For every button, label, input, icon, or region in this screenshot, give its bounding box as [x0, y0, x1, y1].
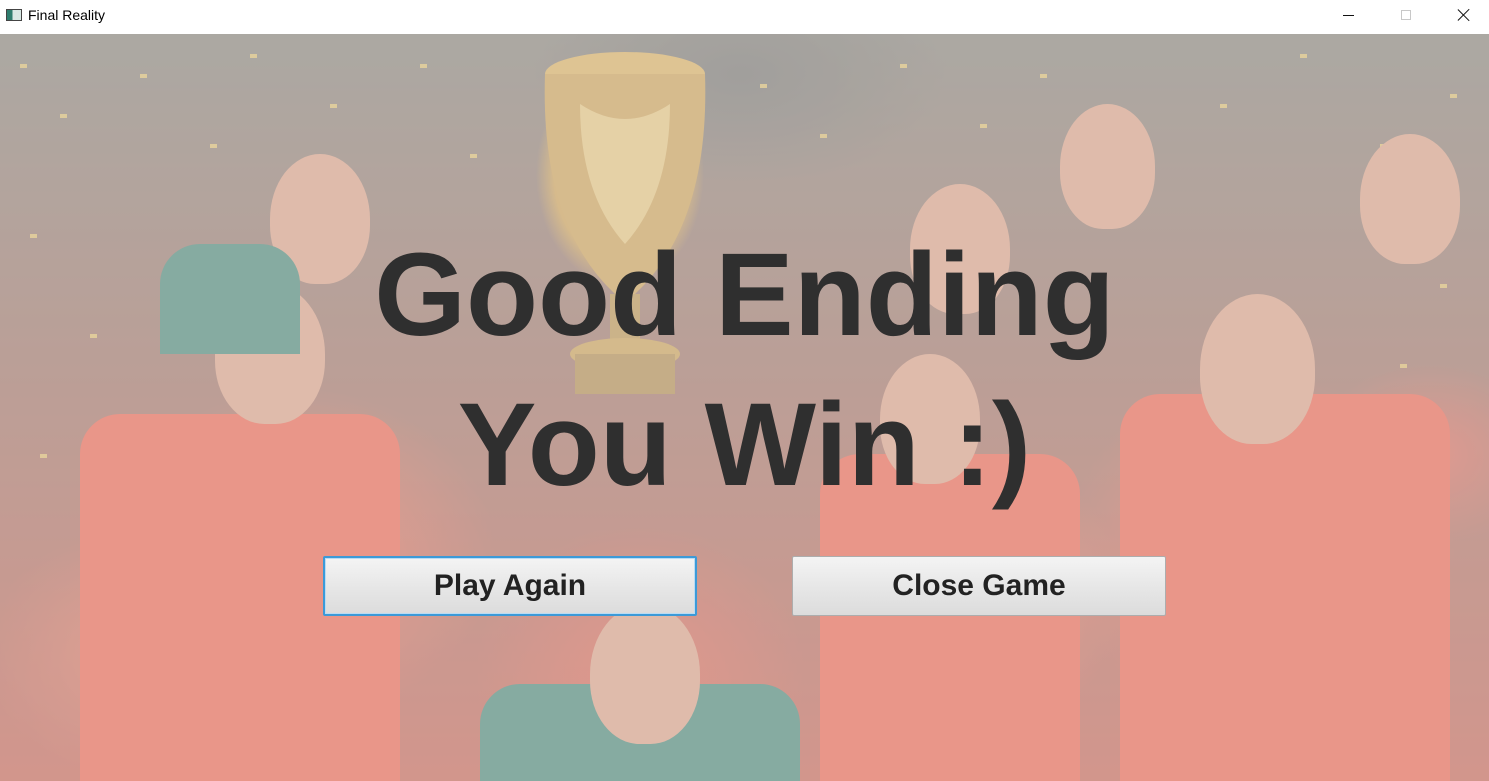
- game-window: Final Reality Good Ending You Win:) Pla…: [0, 0, 1489, 781]
- maximize-icon: [1401, 10, 1411, 20]
- window-title: Final Reality: [28, 7, 106, 23]
- title-bar[interactable]: Final Reality: [0, 0, 1489, 34]
- maximize-button[interactable]: [1377, 0, 1435, 30]
- close-icon: [1457, 8, 1471, 22]
- close-window-button[interactable]: [1435, 0, 1489, 30]
- close-game-button[interactable]: Close Game: [792, 556, 1166, 616]
- headline-line-1: Good Ending: [374, 229, 1115, 361]
- headline-line-2: You Win :): [457, 379, 1032, 511]
- minimize-icon: [1342, 14, 1354, 16]
- app-icon: [6, 9, 22, 21]
- minimize-button[interactable]: [1319, 0, 1377, 30]
- ending-message: Good Ending You Win :): [0, 220, 1489, 520]
- play-again-button[interactable]: Play Again: [323, 556, 697, 616]
